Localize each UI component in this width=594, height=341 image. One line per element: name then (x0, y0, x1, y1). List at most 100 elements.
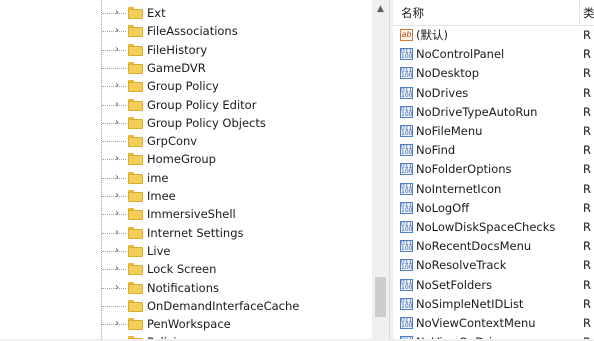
expand-chevron-icon[interactable]: › (112, 190, 122, 202)
binary-value-icon: 0110 1001 (400, 163, 413, 176)
tree-item-label: Imee (147, 189, 176, 203)
value-row[interactable]: 0110 1001NoLogOff R (393, 199, 594, 218)
expand-chevron-icon[interactable]: › (112, 245, 122, 257)
value-name: NoInternetIcon (416, 181, 502, 196)
string-value-icon: ab (400, 29, 413, 41)
value-row[interactable]: 0110 1001NoControlPanel R (393, 45, 594, 64)
tree-item[interactable]: › FileAssociations (0, 22, 372, 40)
value-type: R (583, 66, 591, 81)
expand-chevron-icon[interactable]: › (112, 172, 122, 184)
tree-item[interactable]: GameDVR (0, 59, 372, 77)
tree-item[interactable]: › Internet Settings (0, 224, 372, 242)
value-row[interactable]: 0110 1001NoFolderOptions R (393, 160, 594, 179)
value-name: NoSetFolders (416, 277, 493, 292)
tree-item[interactable]: › Group Policy Objects (0, 114, 372, 132)
expand-chevron-icon[interactable]: › (112, 99, 122, 111)
tree-vertical-scrollbar[interactable]: ▲ (372, 0, 389, 341)
value-row[interactable]: 0110 1001NoDrives R (393, 84, 594, 103)
value-name: NoSimpleNetIDList (416, 296, 524, 311)
tree-item-label: Lock Screen (147, 262, 217, 277)
folder-icon (128, 299, 143, 312)
value-type: R (583, 296, 591, 311)
value-row[interactable]: 0110 1001NoViewContextMenu R (393, 314, 594, 333)
registry-values-list: 名称 类 ab(默认)R0110 1001NoControlPanelR0110… (393, 0, 594, 341)
folder-icon (128, 153, 143, 166)
value-name: NoControlPanel (416, 47, 505, 62)
tree-item[interactable]: › ime (0, 169, 372, 187)
value-name: (默认) (416, 28, 448, 42)
folder-icon (128, 61, 143, 74)
value-type: R (583, 220, 591, 234)
value-name: NoFileMenu (416, 124, 483, 138)
expand-chevron-icon[interactable]: › (112, 318, 122, 330)
value-name: NoDrives (416, 85, 469, 100)
tree-item[interactable]: › Live (0, 242, 372, 260)
expand-chevron-icon[interactable]: › (112, 282, 122, 294)
column-header-name[interactable]: 名称 (401, 5, 424, 21)
tree-item[interactable]: › Group Policy Editor (0, 96, 372, 114)
value-name: NoDesktop (416, 66, 480, 81)
tree-item[interactable]: › Group Policy (0, 77, 372, 95)
registry-editor-window: › Ext › FileAssociations › FileHistory GameDVR… (0, 0, 594, 341)
value-row[interactable]: 0110 1001NoSetFolders R (393, 276, 594, 295)
folder-icon (128, 318, 143, 331)
value-row[interactable]: 0110 1001NoRecentDocsMenu R (393, 237, 594, 256)
value-row[interactable]: 0110 1001NoDriveTypeAutoRun R (393, 103, 594, 122)
expand-chevron-icon[interactable]: › (112, 117, 122, 129)
expand-chevron-icon[interactable]: › (112, 227, 122, 239)
folder-icon (128, 226, 143, 239)
expand-chevron-icon[interactable]: › (112, 153, 122, 165)
tree-item[interactable]: › FileHistory (0, 41, 372, 59)
tree-item[interactable]: GrpConv (0, 132, 372, 150)
expand-chevron-icon[interactable]: › (112, 7, 122, 19)
tree-connector-line (102, 141, 126, 143)
column-separator[interactable] (579, 0, 580, 26)
value-type: R (583, 277, 591, 292)
expand-chevron-icon[interactable]: › (112, 263, 122, 275)
folder-icon (128, 116, 143, 129)
value-name: NoRecentDocsMenu (416, 239, 532, 254)
value-type: R (583, 47, 591, 62)
value-row[interactable]: 0110 1001NoResolveTrack R (393, 256, 594, 275)
expand-chevron-icon[interactable]: › (112, 208, 122, 220)
value-name: NoResolveTrack (416, 258, 507, 273)
folder-icon (128, 281, 143, 294)
expand-chevron-icon[interactable]: › (112, 44, 122, 56)
tree-item-label: ime (147, 170, 169, 185)
value-row[interactable]: 0110 1001NoFileMenu R (393, 122, 594, 141)
registry-key-tree: › Ext › FileAssociations › FileHistory GameDVR… (0, 0, 372, 341)
value-type: R (583, 124, 591, 138)
tree-item[interactable]: › Ext (0, 4, 372, 22)
binary-value-icon: 0110 1001 (400, 125, 413, 137)
scroll-up-arrow-icon[interactable]: ▲ (372, 2, 389, 16)
tree-item-label: GameDVR (147, 60, 206, 75)
folder-icon (128, 98, 143, 111)
scrollbar-thumb[interactable] (375, 277, 386, 317)
tree-item[interactable]: › PenWorkspace (0, 315, 372, 333)
tree-item[interactable]: › ImmersiveShell (0, 205, 372, 223)
tree-item-label: ImmersiveShell (147, 207, 236, 222)
value-name: NoLowDiskSpaceChecks (416, 220, 556, 234)
expand-chevron-icon[interactable]: › (112, 25, 122, 37)
tree-item-label: OnDemandInterfaceCache (147, 298, 300, 313)
values-list-header: 名称 类 (393, 0, 594, 26)
value-row[interactable]: 0110 1001NoFind R (393, 141, 594, 160)
tree-item[interactable]: › Lock Screen (0, 260, 372, 278)
value-row[interactable]: 0110 1001NoDesktop R (393, 64, 594, 83)
tree-item[interactable]: OnDemandInterfaceCache (0, 297, 372, 315)
value-type: R (583, 316, 591, 330)
tree-item[interactable]: › Notifications (0, 279, 372, 297)
value-type: R (583, 143, 591, 158)
value-row[interactable]: 0110 1001NoInternetIcon R (393, 180, 594, 199)
binary-value-icon: 0110 1001 (400, 144, 413, 157)
expand-chevron-icon[interactable]: › (112, 80, 122, 92)
value-row[interactable]: 0110 1001NoLowDiskSpaceChecks R (393, 218, 594, 237)
value-name: NoDriveTypeAutoRun (416, 104, 538, 119)
tree-item[interactable]: › Imee (0, 187, 372, 205)
column-header-type[interactable]: 类 (583, 5, 594, 21)
value-row[interactable]: ab (默认) R (393, 26, 594, 45)
value-type: R (583, 85, 591, 100)
value-type: R (583, 258, 591, 273)
value-row[interactable]: 0110 1001NoSimpleNetIDList R (393, 295, 594, 314)
tree-item[interactable]: › HomeGroup (0, 150, 372, 168)
